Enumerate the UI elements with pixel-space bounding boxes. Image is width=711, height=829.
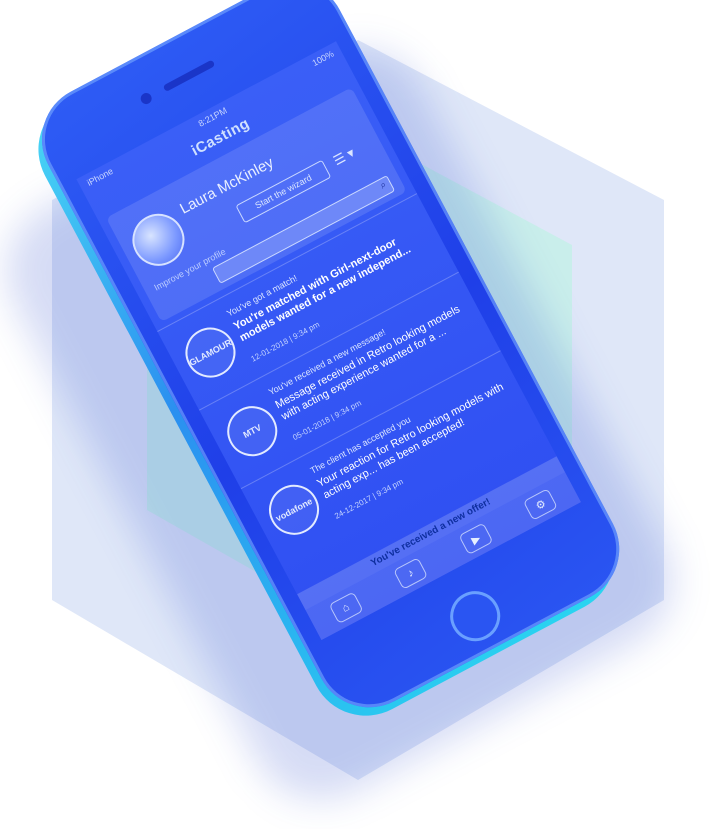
illustration-stage: iPhone 8:21PM 100% iCasting Laura McKinl… <box>0 0 711 829</box>
briefcase-icon[interactable]: ⌂ <box>328 591 364 625</box>
vodafone-logo-icon: vodafone <box>260 475 328 544</box>
search-icon[interactable]: ⌕ <box>378 179 388 191</box>
video-icon[interactable]: ▶ <box>458 522 494 556</box>
sort-menu-icon[interactable]: ☰ ▾ <box>331 136 375 171</box>
front-camera-icon <box>138 91 154 106</box>
settings-icon[interactable]: ⚙ <box>523 488 559 521</box>
home-button[interactable] <box>441 582 510 650</box>
bell-icon[interactable]: ♪ <box>393 557 429 590</box>
glamour-logo-icon: GLAMOUR <box>176 318 245 387</box>
mtv-logo-icon: MTV <box>218 397 287 465</box>
speaker-grille <box>162 59 216 93</box>
